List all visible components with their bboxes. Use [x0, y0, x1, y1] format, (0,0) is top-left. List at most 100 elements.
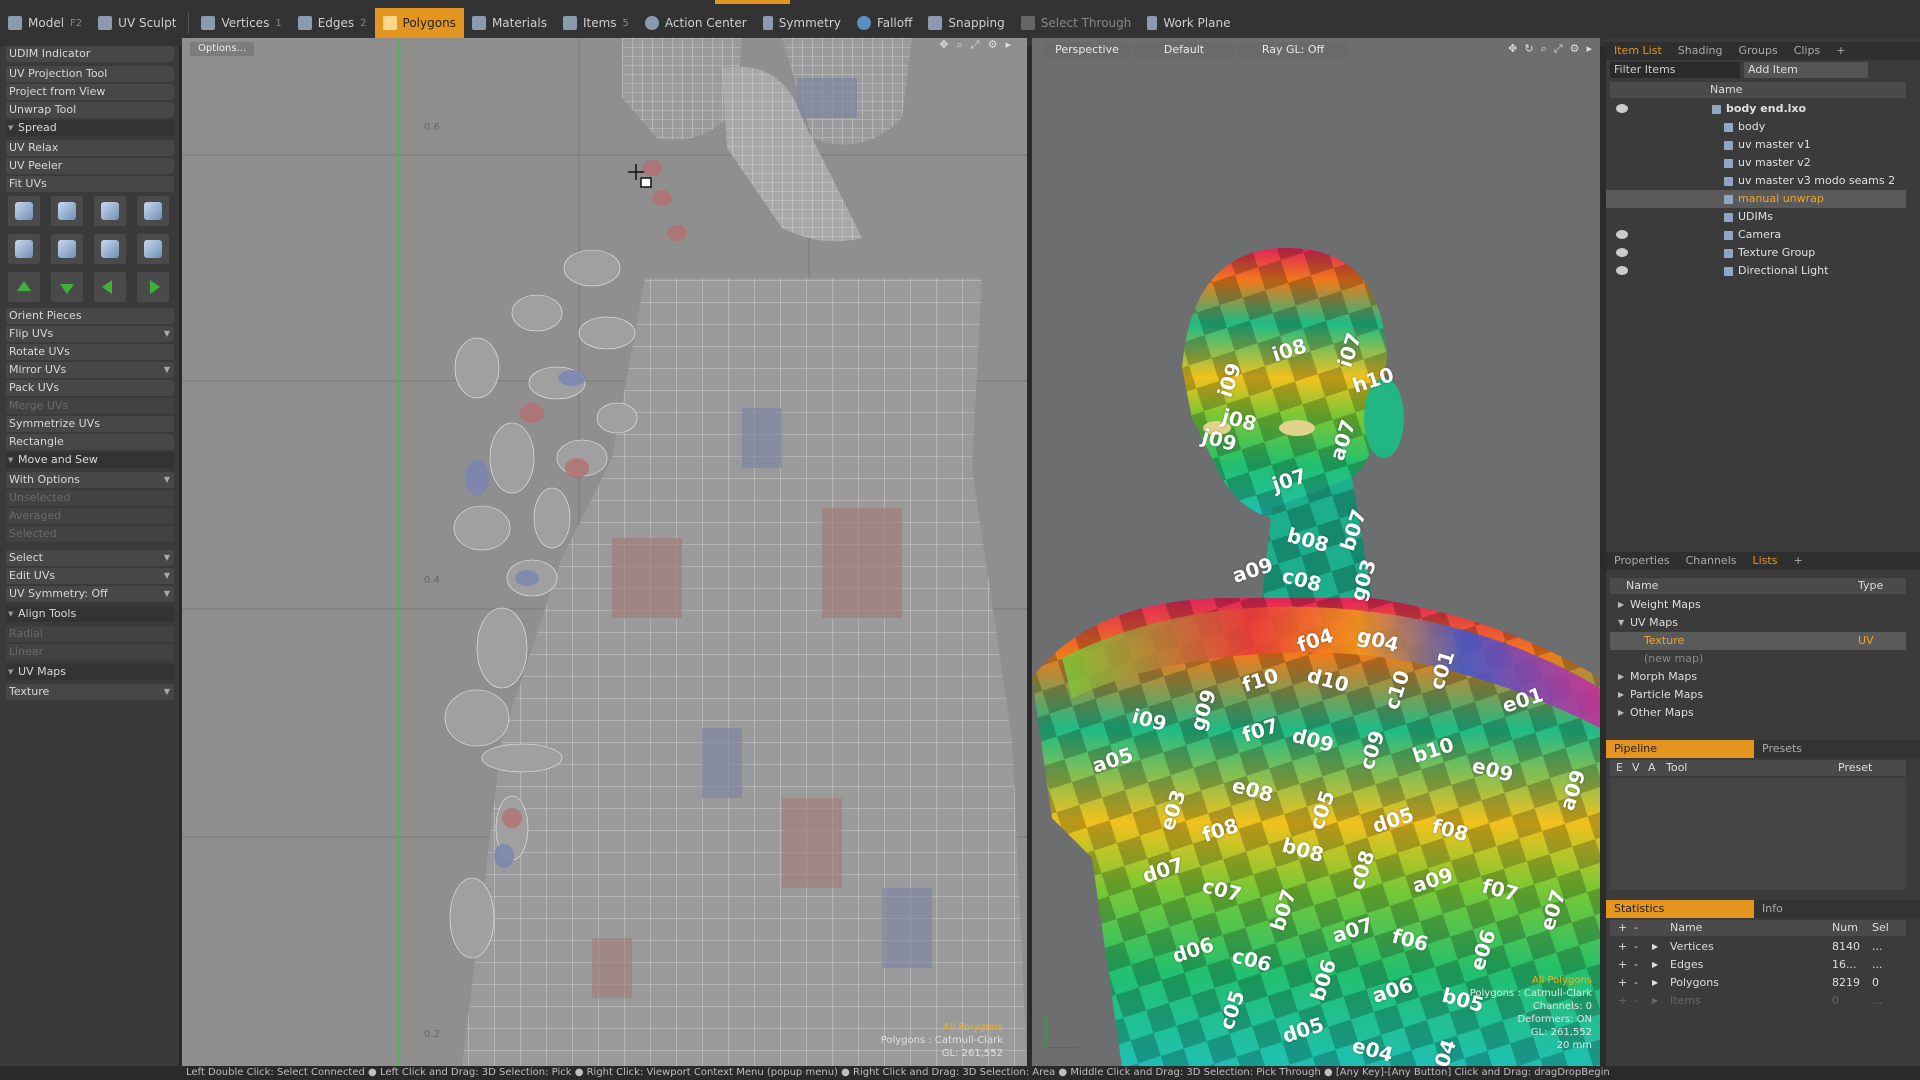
- visibility-eye-icon[interactable]: [1616, 230, 1628, 239]
- 3d-viewport[interactable]: Perspective Default Ray GL: Off ✥ ↻ ⌕ ⤢ …: [1032, 38, 1600, 1066]
- remove-selection-icon[interactable]: -: [1634, 956, 1638, 974]
- fit-view-icon[interactable]: ⤢: [971, 38, 980, 52]
- tab-presets[interactable]: Presets: [1754, 740, 1810, 758]
- expand-arrow-icon[interactable]: ▶: [1652, 956, 1658, 974]
- vertices-button[interactable]: Vertices 1: [193, 8, 289, 38]
- tab-lists[interactable]: Lists: [1745, 552, 1786, 570]
- rotate-uvs-button[interactable]: Rotate UVs: [6, 344, 174, 360]
- move-view-icon[interactable]: ✥: [939, 38, 948, 52]
- vertex-map-row[interactable]: ▶ Weight Maps: [1610, 596, 1906, 614]
- work-plane-button[interactable]: Work Plane: [1139, 8, 1238, 38]
- tab-properties[interactable]: Properties: [1606, 552, 1678, 570]
- project-from-view-button[interactable]: Project from View: [6, 84, 174, 100]
- expand-arrow-icon[interactable]: ▼: [1618, 614, 1624, 632]
- selected-button[interactable]: Selected: [6, 526, 174, 542]
- uv-tool-icon-3[interactable]: [94, 196, 126, 226]
- add-tab-button[interactable]: +: [1785, 552, 1810, 570]
- expand-arrow-icon[interactable]: ▸: [1005, 38, 1011, 52]
- item-list-row[interactable]: Camera: [1606, 226, 1906, 244]
- uv-relax-button[interactable]: UV Relax: [6, 140, 174, 156]
- add-selection-icon[interactable]: +: [1618, 992, 1627, 1010]
- item-list-row[interactable]: uv master v2: [1606, 154, 1906, 172]
- remove-selection-icon[interactable]: -: [1634, 974, 1638, 992]
- select-through-button[interactable]: Select Through: [1013, 8, 1140, 38]
- symmetry-button[interactable]: Symmetry: [755, 8, 849, 38]
- fit-uvs-button[interactable]: Fit UVs: [6, 176, 174, 192]
- items-button[interactable]: Items 5: [555, 8, 637, 38]
- visibility-eye-icon[interactable]: [1616, 248, 1628, 257]
- tab-channels[interactable]: Channels: [1678, 552, 1745, 570]
- action-center-button[interactable]: Action Center: [637, 8, 755, 38]
- uv-tool-icon-4[interactable]: [137, 196, 169, 226]
- move-right-button[interactable]: [137, 272, 169, 302]
- statistics-row[interactable]: + - ▶ Edges 16......: [1610, 956, 1906, 974]
- averaged-button[interactable]: Averaged: [6, 508, 174, 524]
- uv-sculpt-button[interactable]: UV Sculpt: [90, 8, 184, 38]
- linear-button[interactable]: Linear: [6, 644, 174, 660]
- uv-maps-section-header[interactable]: UV Maps: [6, 664, 174, 680]
- mirror-uvs-button[interactable]: Mirror UVs ▼: [6, 362, 174, 378]
- statistics-row[interactable]: + - ▶ Items 0...: [1610, 992, 1906, 1010]
- move-and-sew-section-header[interactable]: Move and Sew: [6, 452, 174, 468]
- align-tools-section-header[interactable]: Align Tools: [6, 606, 174, 622]
- visibility-eye-icon[interactable]: [1616, 266, 1628, 275]
- radial-button[interactable]: Radial: [6, 626, 174, 642]
- tab-item-list[interactable]: Item List: [1606, 42, 1670, 60]
- tab-groups[interactable]: Groups: [1730, 42, 1785, 60]
- uv-symmetry-dropdown[interactable]: UV Symmetry: Off ▼: [6, 586, 174, 602]
- symmetrize-uvs-button[interactable]: Symmetrize UVs: [6, 416, 174, 432]
- tab-info[interactable]: Info: [1754, 900, 1791, 918]
- uv-tool-icon-5[interactable]: [8, 234, 40, 264]
- filter-items-field[interactable]: Filter Items: [1610, 62, 1740, 78]
- tab-shading[interactable]: Shading: [1670, 42, 1731, 60]
- item-list-row[interactable]: body: [1606, 118, 1906, 136]
- item-list-row[interactable]: Directional Light: [1606, 262, 1906, 280]
- item-list-row[interactable]: uv master v1: [1606, 136, 1906, 154]
- statistics-row[interactable]: + - ▶ Polygons 8219 0: [1610, 974, 1906, 992]
- uv-tool-icon-7[interactable]: [94, 234, 126, 264]
- materials-button[interactable]: Materials: [464, 8, 555, 38]
- add-selection-icon[interactable]: +: [1618, 956, 1627, 974]
- expand-arrow-icon[interactable]: ▶: [1618, 596, 1624, 614]
- vertex-map-row[interactable]: ▶ Particle Maps: [1610, 686, 1906, 704]
- uv-editor-viewport[interactable]: Options... 0.6 0.4 0.2 ✥ ⌕ ⤢ ⚙ ▸ All Pol…: [182, 38, 1027, 1066]
- visibility-eye-icon[interactable]: [1616, 104, 1628, 113]
- tab-statistics[interactable]: Statistics: [1606, 900, 1754, 918]
- unselected-button[interactable]: Unselected: [6, 490, 174, 506]
- uv-tool-icon-1[interactable]: [8, 196, 40, 226]
- expand-arrow-icon[interactable]: ▶: [1652, 974, 1658, 992]
- falloff-button[interactable]: Falloff: [849, 8, 920, 38]
- uv-options-button[interactable]: Options...: [190, 42, 255, 56]
- remove-selection-icon[interactable]: -: [1634, 938, 1638, 956]
- zoom-icon[interactable]: ⌕: [957, 38, 963, 52]
- select-dropdown[interactable]: Select ▼: [6, 550, 174, 566]
- tab-clips[interactable]: Clips: [1786, 42, 1829, 60]
- statistics-row[interactable]: + - ▶ Vertices 8140...: [1610, 938, 1906, 956]
- add-selection-icon[interactable]: +: [1618, 974, 1627, 992]
- pack-uvs-button[interactable]: Pack UVs: [6, 380, 174, 396]
- vertex-map-row[interactable]: (new map): [1610, 650, 1906, 668]
- move-down-button[interactable]: [51, 272, 83, 302]
- merge-uvs-button[interactable]: Merge UVs: [6, 398, 174, 414]
- edges-button[interactable]: Edges 2: [290, 8, 375, 38]
- edit-uvs-dropdown[interactable]: Edit UVs ▼: [6, 568, 174, 584]
- uv-tool-icon-6[interactable]: [51, 234, 83, 264]
- with-options-dropdown[interactable]: With Options ▼: [6, 472, 174, 488]
- model-button[interactable]: Model F2: [0, 8, 90, 38]
- unwrap-tool-button[interactable]: Unwrap Tool: [6, 102, 174, 118]
- add-tab-button[interactable]: +: [1828, 42, 1853, 60]
- remove-selection-icon[interactable]: -: [1634, 992, 1638, 1010]
- uv-tool-icon-8[interactable]: [137, 234, 169, 264]
- expand-arrow-icon[interactable]: ▶: [1652, 938, 1658, 956]
- item-list-row[interactable]: body end.lxo: [1606, 100, 1906, 118]
- vertex-map-row[interactable]: ▶ Other Maps: [1610, 704, 1906, 722]
- uv-peeler-button[interactable]: UV Peeler: [6, 158, 174, 174]
- expand-arrow-icon[interactable]: ▶: [1618, 686, 1624, 704]
- polygons-button[interactable]: Polygons: [374, 8, 464, 38]
- item-list-row[interactable]: Texture Group: [1606, 244, 1906, 262]
- add-item-dropdown[interactable]: Add Item: [1744, 62, 1868, 78]
- flip-uvs-button[interactable]: Flip UVs ▼: [6, 326, 174, 342]
- rectangle-button[interactable]: Rectangle: [6, 434, 174, 450]
- snapping-button[interactable]: Snapping: [920, 8, 1012, 38]
- expand-arrow-icon[interactable]: ▶: [1618, 704, 1624, 722]
